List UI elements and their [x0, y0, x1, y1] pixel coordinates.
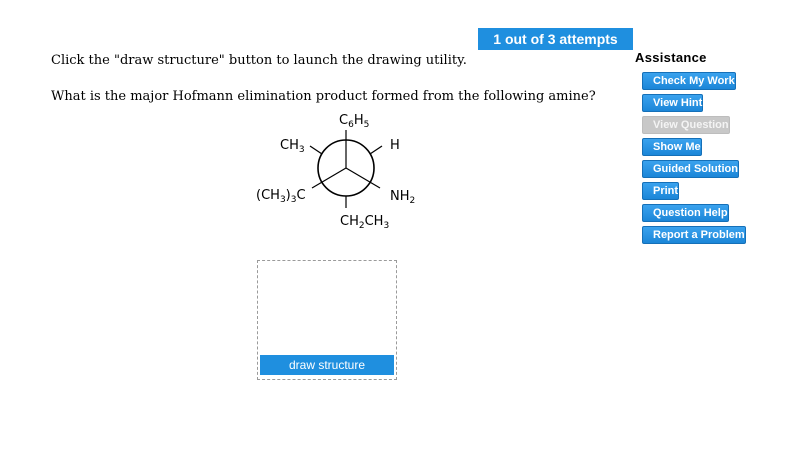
- view-hint-button[interactable]: View Hint: [642, 94, 704, 112]
- front-bond-lower-right: [345, 167, 381, 189]
- guided-solution-button[interactable]: Guided Solution: [642, 160, 739, 178]
- substituent-bottom: CH2CH3: [340, 214, 389, 231]
- substituent-upper-left: CH3: [280, 138, 305, 155]
- front-bond-lower-left: [311, 167, 347, 189]
- report-a-problem-button[interactable]: Report a Problem: [642, 226, 746, 244]
- question-text: What is the major Hofmann elimination pr…: [51, 89, 596, 104]
- newman-projection: C6H5 CH3 H (CH3)3C NH2 CH2CH3: [256, 113, 415, 231]
- print-button[interactable]: Print: [642, 182, 680, 200]
- rear-bond-upper-left: [309, 145, 323, 155]
- show-me-button[interactable]: Show Me: [642, 138, 702, 156]
- substituent-top: C6H5: [339, 113, 369, 130]
- attempts-indicator: 1 out of 3 attempts: [478, 28, 633, 50]
- substituent-upper-right: H: [390, 138, 400, 153]
- substituent-lower-right: NH2: [390, 189, 415, 206]
- view-question-button: View Question: [642, 116, 730, 134]
- substituent-lower-left: (CH3)3C: [256, 188, 306, 205]
- instruction-text: Click the "draw structure" button to lau…: [51, 53, 467, 68]
- assistance-title: Assistance: [635, 50, 707, 65]
- rear-bond-upper-right: [369, 145, 383, 155]
- question-help-button[interactable]: Question Help: [642, 204, 729, 222]
- check-my-work-button[interactable]: Check My Work: [642, 72, 736, 90]
- draw-structure-button[interactable]: draw structure: [260, 355, 394, 375]
- assistance-menu: Check My Work View Hint View Question Sh…: [642, 72, 778, 248]
